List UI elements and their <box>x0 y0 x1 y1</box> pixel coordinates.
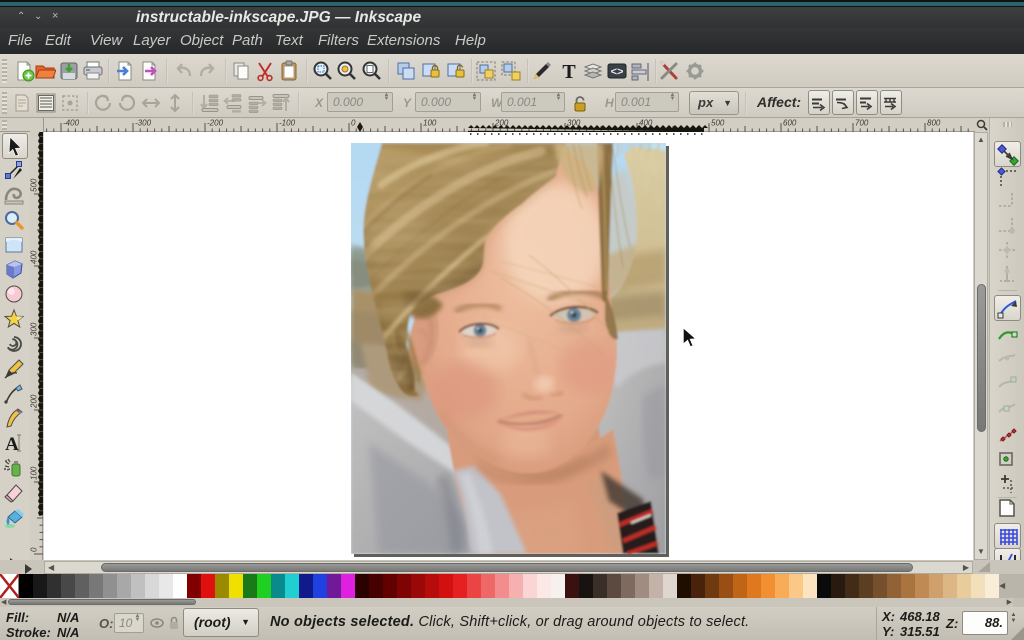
svg-text:500: 500 <box>711 119 725 128</box>
svg-text:600: 600 <box>783 119 797 128</box>
svg-text:800: 800 <box>927 119 941 128</box>
svg-text:0: 0 <box>30 547 39 552</box>
svg-text:-200: -200 <box>207 119 224 128</box>
svg-text:500: 500 <box>30 178 39 192</box>
svg-text:200: 200 <box>30 394 39 409</box>
svg-text:400: 400 <box>30 250 39 264</box>
svg-text:-100: -100 <box>279 119 296 128</box>
svg-text:300: 300 <box>30 322 39 336</box>
svg-text:-300: -300 <box>135 119 152 128</box>
svg-text:100: 100 <box>30 466 39 480</box>
svg-text:100: 100 <box>423 119 437 128</box>
svg-text:<>: <> <box>611 66 624 78</box>
svg-text:700: 700 <box>855 119 869 128</box>
svg-text:0: 0 <box>351 119 356 128</box>
svg-text:T: T <box>562 61 576 82</box>
svg-text:-400: -400 <box>63 119 80 128</box>
